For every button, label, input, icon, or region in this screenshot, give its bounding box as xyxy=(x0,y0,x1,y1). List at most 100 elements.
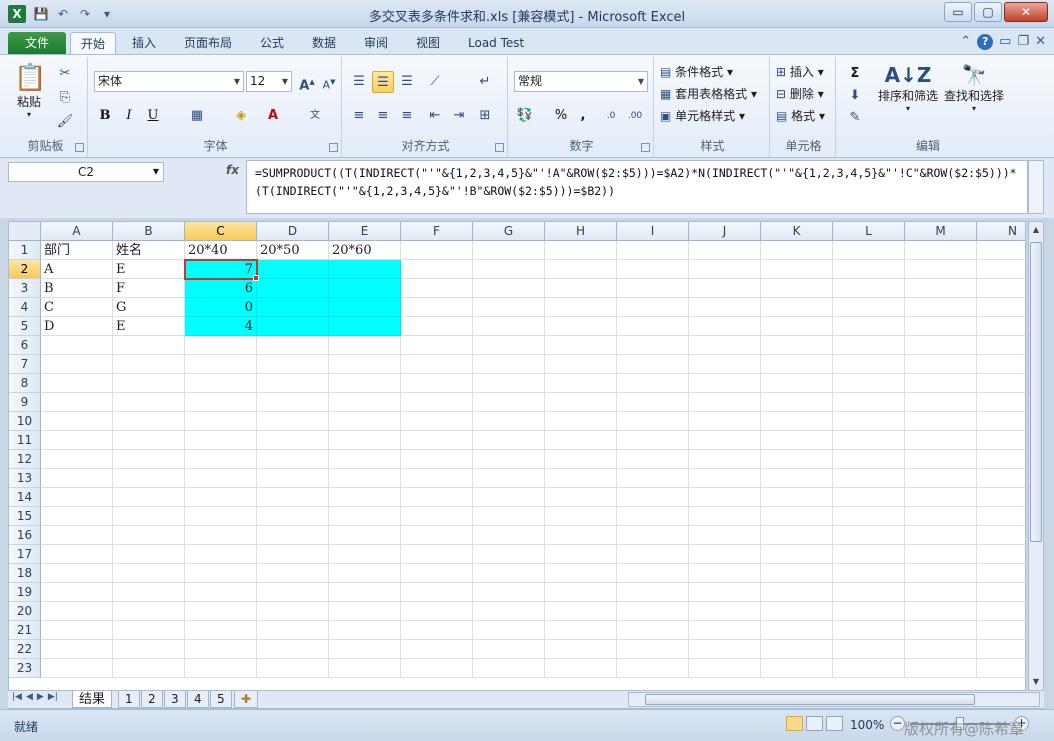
scroll-up-icon[interactable]: ▲ xyxy=(1029,222,1043,238)
paste-button[interactable]: 📋 粘贴 ▾ xyxy=(12,63,46,133)
cell-j19[interactable] xyxy=(689,583,761,602)
cell-l18[interactable] xyxy=(833,564,905,583)
doc-minimize-icon[interactable]: ▭ xyxy=(999,34,1011,50)
cell-m21[interactable] xyxy=(905,621,977,640)
column-header-j[interactable]: J xyxy=(689,222,761,241)
cell-j18[interactable] xyxy=(689,564,761,583)
cell-m8[interactable] xyxy=(905,374,977,393)
currency-icon[interactable]: 💱 xyxy=(514,105,536,127)
collapse-ribbon-icon[interactable]: ⌃ xyxy=(960,34,971,50)
cell-j21[interactable] xyxy=(689,621,761,640)
cell-c17[interactable] xyxy=(185,545,257,564)
cell-f3[interactable] xyxy=(401,279,473,298)
row-header-8[interactable]: 8 xyxy=(9,374,41,393)
cell-g12[interactable] xyxy=(473,450,545,469)
formula-bar-scrollbar[interactable] xyxy=(1028,160,1044,214)
column-header-g[interactable]: G xyxy=(473,222,545,241)
column-header-c[interactable]: C xyxy=(185,222,257,241)
column-header-b[interactable]: B xyxy=(113,222,185,241)
font-color-icon[interactable]: A xyxy=(262,105,284,127)
cell-l5[interactable] xyxy=(833,317,905,336)
tab-file[interactable]: 文件 xyxy=(8,32,66,54)
cell-d20[interactable] xyxy=(257,602,329,621)
cell-g6[interactable] xyxy=(473,336,545,355)
row-header-15[interactable]: 15 xyxy=(9,507,41,526)
cell-a22[interactable] xyxy=(41,640,113,659)
cell-i15[interactable] xyxy=(617,507,689,526)
phonetic-icon[interactable]: 文 xyxy=(304,105,326,127)
close-button[interactable]: ✕ xyxy=(1004,2,1048,22)
cell-i4[interactable] xyxy=(617,298,689,317)
cell-k13[interactable] xyxy=(761,469,833,488)
cell-c13[interactable] xyxy=(185,469,257,488)
borders-icon[interactable]: ▦ xyxy=(186,105,208,127)
cell-m20[interactable] xyxy=(905,602,977,621)
cell-f19[interactable] xyxy=(401,583,473,602)
cell-c20[interactable] xyxy=(185,602,257,621)
first-sheet-icon[interactable]: |◀ xyxy=(12,692,22,702)
cell-k3[interactable] xyxy=(761,279,833,298)
column-header-e[interactable]: E xyxy=(329,222,401,241)
cell-a12[interactable] xyxy=(41,450,113,469)
column-header-i[interactable]: I xyxy=(617,222,689,241)
row-header-19[interactable]: 19 xyxy=(9,583,41,602)
cell-d11[interactable] xyxy=(257,431,329,450)
cell-l21[interactable] xyxy=(833,621,905,640)
cell-n15[interactable] xyxy=(977,507,1025,526)
cell-i18[interactable] xyxy=(617,564,689,583)
cell-k1[interactable] xyxy=(761,241,833,260)
cell-c5[interactable]: 4 xyxy=(185,317,257,336)
cell-d22[interactable] xyxy=(257,640,329,659)
orientation-icon[interactable]: ⟋ xyxy=(424,71,446,93)
tab-review[interactable]: 审阅 xyxy=(354,32,398,54)
cell-c21[interactable] xyxy=(185,621,257,640)
cell-f6[interactable] xyxy=(401,336,473,355)
cell-m12[interactable] xyxy=(905,450,977,469)
maximize-button[interactable]: ▢ xyxy=(974,2,1002,22)
sheet-tab-1[interactable]: 1 xyxy=(118,691,140,708)
cell-e13[interactable] xyxy=(329,469,401,488)
cell-m7[interactable] xyxy=(905,355,977,374)
cell-i16[interactable] xyxy=(617,526,689,545)
last-sheet-icon[interactable]: ▶| xyxy=(48,692,58,702)
cell-j2[interactable] xyxy=(689,260,761,279)
horizontal-scroll-thumb[interactable] xyxy=(645,694,975,705)
cell-e6[interactable] xyxy=(329,336,401,355)
cell-e5[interactable] xyxy=(329,317,401,336)
cell-l1[interactable] xyxy=(833,241,905,260)
cell-a11[interactable] xyxy=(41,431,113,450)
cell-l11[interactable] xyxy=(833,431,905,450)
cell-l16[interactable] xyxy=(833,526,905,545)
cell-d10[interactable] xyxy=(257,412,329,431)
doc-restore-icon[interactable]: ❐ xyxy=(1017,34,1029,50)
alignment-launcher-icon[interactable] xyxy=(495,143,504,152)
cell-d19[interactable] xyxy=(257,583,329,602)
minimize-button[interactable]: ▭ xyxy=(944,2,972,22)
cell-b12[interactable] xyxy=(113,450,185,469)
row-header-17[interactable]: 17 xyxy=(9,545,41,564)
cell-d7[interactable] xyxy=(257,355,329,374)
font-name-combo[interactable]: 宋体 ▼ xyxy=(94,71,244,92)
cell-b13[interactable] xyxy=(113,469,185,488)
cell-h22[interactable] xyxy=(545,640,617,659)
cell-n3[interactable] xyxy=(977,279,1025,298)
cell-a20[interactable] xyxy=(41,602,113,621)
cell-c14[interactable] xyxy=(185,488,257,507)
bold-button[interactable]: B xyxy=(94,105,116,127)
tab-home[interactable]: 开始 xyxy=(70,32,117,54)
cell-l4[interactable] xyxy=(833,298,905,317)
name-box-dropdown-icon[interactable]: ▼ xyxy=(153,163,159,181)
cell-n8[interactable] xyxy=(977,374,1025,393)
align-left-icon[interactable]: ≡ xyxy=(348,105,370,127)
cell-b16[interactable] xyxy=(113,526,185,545)
align-right-icon[interactable]: ≡ xyxy=(396,105,418,127)
cell-h16[interactable] xyxy=(545,526,617,545)
cell-n14[interactable] xyxy=(977,488,1025,507)
sort-filter-button[interactable]: A↓Z 排序和筛选 ▾ xyxy=(876,63,940,113)
cell-a9[interactable] xyxy=(41,393,113,412)
cell-a14[interactable] xyxy=(41,488,113,507)
cell-i8[interactable] xyxy=(617,374,689,393)
cell-n17[interactable] xyxy=(977,545,1025,564)
cell-j23[interactable] xyxy=(689,659,761,678)
cell-b3[interactable]: F xyxy=(113,279,185,298)
